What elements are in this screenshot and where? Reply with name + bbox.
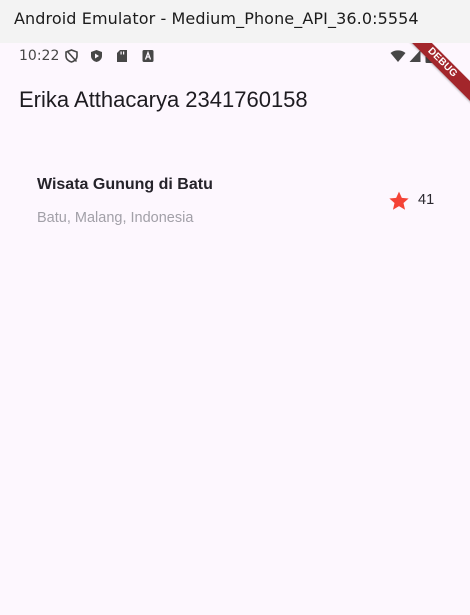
window-title: Android Emulator - Medium_Phone_API_36.0… [14, 9, 419, 28]
rating-count: 41 [418, 192, 435, 208]
wifi-icon [390, 50, 406, 62]
device-screen: 10:22 DEBUG Erika Atthacarya 2341760158 … [0, 43, 470, 615]
place-location: Batu, Malang, Indonesia [37, 210, 194, 226]
status-bar: 10:22 [0, 43, 470, 71]
app-bar-title: Erika Atthacarya 2341760158 [19, 87, 308, 112]
font-badge-icon [142, 50, 154, 62]
window-titlebar[interactable]: Android Emulator - Medium_Phone_API_36.0… [0, 0, 470, 43]
star-icon [389, 191, 409, 210]
place-name: Wisata Gunung di Batu [37, 176, 213, 193]
emulator-window: Android Emulator - Medium_Phone_API_36.0… [0, 0, 470, 615]
sd-card-icon [117, 50, 127, 62]
cell-signal-icon [409, 50, 421, 62]
status-time: 10:22 [19, 48, 60, 64]
place-card[interactable]: Wisata Gunung di Batu Batu, Malang, Indo… [0, 161, 470, 241]
shield-play-icon [91, 50, 102, 62]
shield-outline-icon [65, 49, 78, 63]
